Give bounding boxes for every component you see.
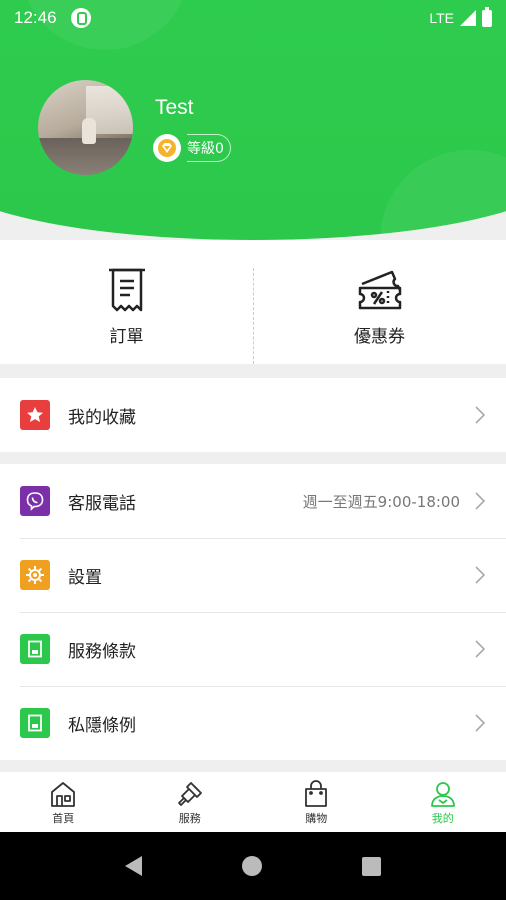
tab-profile[interactable]: 我的 [380, 772, 506, 832]
menu-item-customer-service[interactable]: 客服電話 週一至週五9:00-18:00 [0, 464, 506, 538]
avatar[interactable] [38, 80, 133, 175]
profile-header: 12:46 LTE Test 等級0 [0, 0, 506, 240]
favorites-group: 我的收藏 [0, 378, 506, 452]
app-notification-icon [70, 8, 91, 28]
status-time: 12:46 [14, 8, 57, 27]
shopping-bag-icon [305, 779, 328, 807]
tab-label: 我的 [431, 811, 454, 825]
orders-button[interactable]: 訂單 [0, 240, 253, 364]
chevron-right-icon [475, 492, 486, 510]
menu-item-terms[interactable]: 服務條款 [0, 612, 506, 686]
brush-icon [177, 781, 202, 806]
chevron-right-icon [475, 406, 486, 424]
tab-shopping[interactable]: 購物 [253, 772, 380, 832]
chevron-right-icon [475, 566, 486, 584]
network-type: LTE [429, 10, 454, 26]
recent-apps-icon[interactable] [362, 856, 381, 876]
tab-label: 首頁 [52, 811, 75, 825]
menu-item-settings[interactable]: 設置 [0, 538, 506, 612]
document-icon [20, 708, 50, 738]
phone-icon [20, 486, 50, 516]
menu-item-label: 我的收藏 [68, 407, 136, 428]
back-icon[interactable] [125, 856, 142, 876]
menu-item-favorites[interactable]: 我的收藏 [0, 378, 506, 452]
quick-actions: 訂單 優惠券 [0, 240, 506, 364]
home-circle-icon[interactable] [242, 856, 262, 876]
menu-item-privacy[interactable]: 私隱條例 [0, 686, 506, 760]
coupon-icon [358, 270, 401, 309]
chevron-right-icon [475, 714, 486, 732]
star-icon [20, 400, 50, 430]
document-icon [20, 634, 50, 664]
menu-item-label: 設置 [68, 567, 102, 588]
level-label: 等級0 [187, 134, 231, 162]
menu-item-label: 服務條款 [68, 641, 136, 662]
chevron-right-icon [475, 640, 486, 658]
home-icon [51, 781, 76, 807]
settings-group: 客服電話 週一至週五9:00-18:00 設置 服務條款 私隱條例 [0, 464, 506, 760]
level-badge[interactable]: 等級0 [153, 134, 231, 162]
tab-home[interactable]: 首頁 [0, 772, 127, 832]
coupons-label: 優惠券 [354, 326, 405, 347]
user-icon [430, 781, 455, 807]
battery-icon [482, 6, 492, 27]
menu-item-label: 私隱條例 [68, 715, 136, 736]
menu-item-label: 客服電話 [68, 493, 136, 514]
tab-services[interactable]: 服務 [127, 772, 254, 832]
gear-icon [20, 560, 50, 590]
diamond-icon [153, 134, 181, 162]
divider [253, 268, 254, 364]
bottom-navigation: 首頁 服務 購物 我的 [0, 771, 506, 832]
status-bar: 12:46 LTE [0, 0, 506, 36]
username: Test [155, 96, 194, 119]
system-navigation-bar [0, 832, 506, 900]
orders-label: 訂單 [109, 326, 144, 347]
coupons-button[interactable]: 優惠券 [253, 240, 506, 364]
service-hours: 週一至週五9:00-18:00 [302, 492, 460, 511]
receipt-icon [108, 268, 145, 311]
tab-label: 購物 [305, 811, 328, 825]
signal-icon [460, 10, 476, 26]
tab-label: 服務 [178, 811, 201, 825]
